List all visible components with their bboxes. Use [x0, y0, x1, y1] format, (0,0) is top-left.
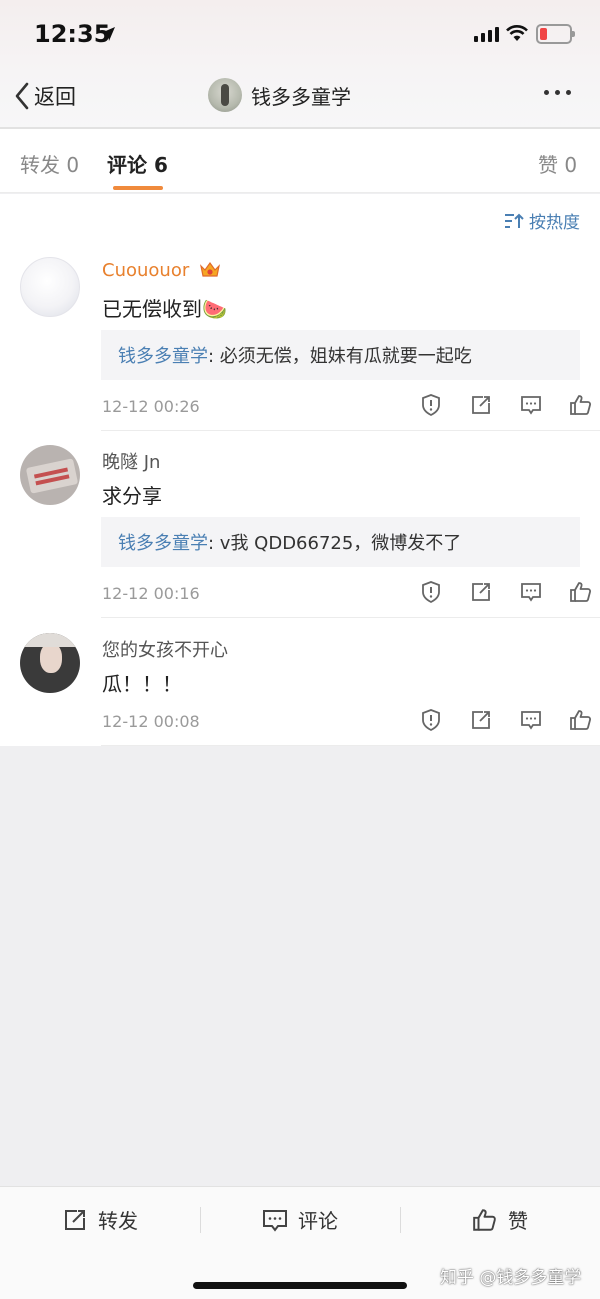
repost-icon [65, 1209, 85, 1230]
more-dot-icon [544, 90, 549, 95]
report-button[interactable] [406, 706, 456, 734]
share-icon [472, 396, 490, 414]
report-shield-icon [422, 709, 440, 732]
bottom-separator [200, 1207, 201, 1233]
reply-text: : 必须无偿，姐妹有瓜就要一起吃 [208, 346, 472, 367]
reply-box[interactable]: 钱多多童学 : v我 QDD66725，微博发不了 [101, 517, 580, 567]
nav-bar: 返回 钱多多童学 [0, 70, 600, 128]
share-icon [472, 711, 490, 729]
cellular-signal-icon [474, 27, 499, 42]
report-shield-icon [422, 581, 440, 604]
more-dot-icon [555, 90, 560, 95]
thumbs-up-icon [570, 395, 592, 415]
comment-text: 瓜！！！ [102, 672, 182, 696]
report-shield-icon [422, 394, 440, 417]
thumbs-up-icon [570, 710, 592, 730]
reply-button[interactable] [506, 391, 556, 419]
bottom-like-button[interactable]: 赞 [472, 1205, 528, 1234]
bottom-like-label: 赞 [508, 1209, 528, 1233]
reply-author[interactable]: 钱多多童学 [118, 529, 208, 555]
tab-repost[interactable]: 转发 0 [20, 149, 79, 178]
watermark: 知乎 @钱多多童学 [440, 1268, 582, 1288]
row-divider [101, 430, 600, 431]
comment-icon [521, 583, 541, 602]
report-button[interactable] [406, 578, 456, 606]
thumbs-up-icon [570, 582, 592, 602]
bottom-repost-button[interactable]: 转发 [62, 1205, 138, 1234]
reply-button[interactable] [506, 578, 556, 606]
wifi-icon [506, 25, 528, 41]
bottom-action-bar: 转发 评论 赞 知乎 @钱多多童学 [0, 1186, 600, 1299]
comment-text: 求分享 [102, 484, 162, 508]
share-button[interactable] [456, 706, 506, 734]
like-button[interactable] [556, 706, 600, 734]
nav-title: 钱多多童学 [251, 84, 351, 109]
avatar[interactable] [20, 257, 80, 317]
bottom-comment-button[interactable]: 评论 [262, 1205, 338, 1234]
back-label: 返回 [34, 85, 76, 109]
avatar[interactable] [20, 445, 80, 505]
comment-icon [263, 1209, 287, 1232]
tab-bar: 转发 0 评论 6 赞 0 [0, 129, 600, 193]
sort-button[interactable]: 按热度 [504, 208, 580, 233]
row-divider [101, 617, 600, 618]
reply-button[interactable] [506, 706, 556, 734]
battery-icon [536, 24, 575, 44]
nav-title-group[interactable]: 钱多多童学 [208, 78, 351, 112]
like-button[interactable] [556, 578, 600, 606]
status-time: 12:35 [34, 20, 111, 48]
bottom-repost-label: 转发 [98, 1209, 138, 1233]
comment-time: 12-12 00:26 [102, 397, 200, 416]
more-button[interactable] [544, 90, 571, 95]
home-indicator[interactable] [193, 1282, 407, 1289]
more-dot-icon [566, 90, 571, 95]
crown-badge-icon [200, 261, 220, 277]
share-icon [472, 583, 490, 601]
bottom-comment-label: 评论 [298, 1209, 338, 1233]
sort-icon [505, 213, 524, 228]
status-bar: 12:35 [0, 0, 600, 70]
comment-actions [406, 578, 600, 606]
share-button[interactable] [456, 391, 506, 419]
reply-author[interactable]: 钱多多童学 [118, 342, 208, 368]
comment-actions [406, 706, 600, 734]
battery-nub [572, 31, 575, 37]
comment-username[interactable]: 您的女孩不开心 [102, 636, 228, 662]
comment-list: 按热度 Cuououor 已无偿收到🍉 钱多多童学 : 必须无偿，姐妹有瓜就要一… [0, 194, 600, 746]
tab-comment[interactable]: 评论 6 [107, 149, 168, 178]
battery-level [540, 28, 547, 40]
comment-username[interactable]: 晚隧 Jn [102, 448, 160, 474]
comment-username[interactable]: Cuououor [102, 260, 189, 281]
location-arrow-icon [101, 27, 115, 41]
report-button[interactable] [406, 391, 456, 419]
back-button[interactable]: 返回 [14, 80, 76, 112]
reply-text: : v我 QDD66725，微博发不了 [208, 533, 462, 554]
active-tab-indicator [113, 186, 163, 190]
comment-time: 12-12 00:08 [102, 712, 200, 731]
comment-text: 已无偿收到🍉 [102, 297, 227, 321]
share-button[interactable] [456, 578, 506, 606]
comment-actions [406, 391, 600, 419]
bottom-separator [400, 1207, 401, 1233]
avatar[interactable] [20, 633, 80, 693]
comment-icon [521, 396, 541, 415]
sort-label: 按热度 [529, 213, 580, 233]
reply-box[interactable]: 钱多多童学 : 必须无偿，姐妹有瓜就要一起吃 [101, 330, 580, 380]
tab-like[interactable]: 赞 0 [538, 149, 577, 178]
comment-icon [521, 711, 541, 730]
chevron-left-icon [15, 82, 29, 110]
nav-avatar [208, 78, 242, 112]
comment-time: 12-12 00:16 [102, 584, 200, 603]
empty-area [0, 746, 600, 1186]
like-button[interactable] [556, 391, 600, 419]
thumbs-up-icon [473, 1208, 496, 1231]
